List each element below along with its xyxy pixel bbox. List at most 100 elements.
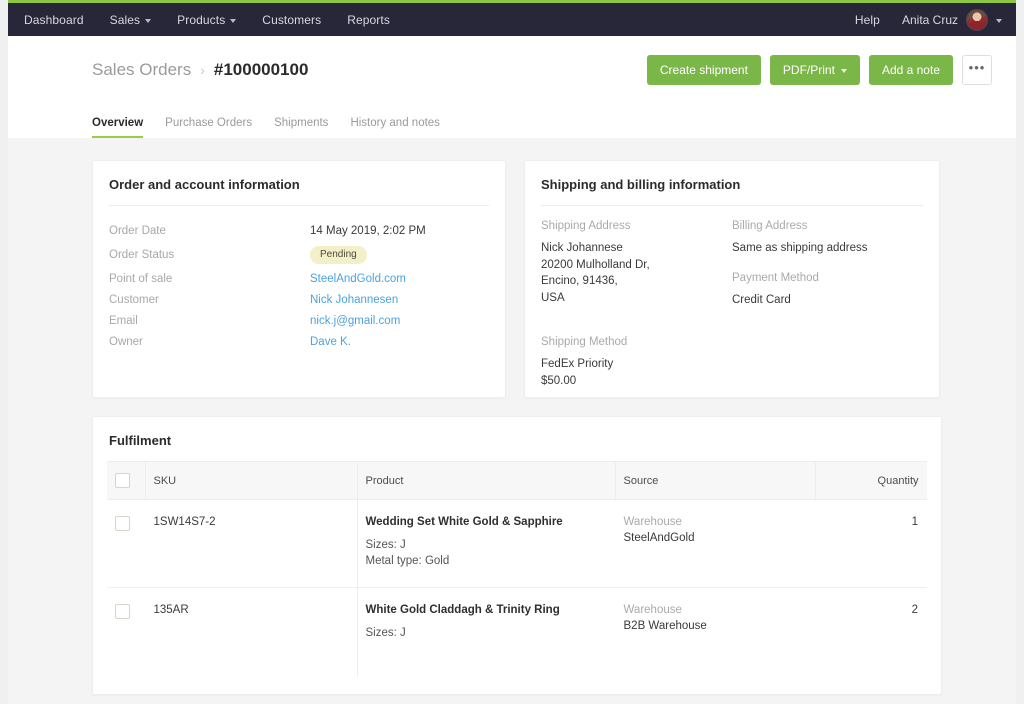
info-row-order-date: Order Date 14 May 2019, 2:02 PM [109,220,489,241]
column-header-sku[interactable]: SKU [145,461,358,500]
tab-label: History and notes [350,117,440,129]
order-info-list: Order Date 14 May 2019, 2:02 PM Order St… [93,206,505,352]
info-value: 14 May 2019, 2:02 PM [310,224,426,237]
column-header-quantity[interactable]: Quantity [815,461,927,500]
card-title: Fulfilment [109,433,172,448]
tab-label: Purchase Orders [165,117,253,129]
row-checkbox[interactable] [115,516,130,531]
nav-item-customers[interactable]: Customers [262,13,321,27]
info-key: Customer [109,293,159,306]
select-all-header [107,461,146,500]
info-row-owner: Owner Dave K. [109,331,489,352]
button-label: Add a note [881,62,940,77]
breadcrumb-separator: › [200,61,205,78]
billing-address-value: Same as shipping address [732,242,868,254]
info-panels-row: Order and account information Order Date… [92,160,940,398]
info-key: Order Date [109,224,166,237]
cell-quantity: 1 [815,499,927,588]
add-a-note-button[interactable]: Add a note [868,54,953,85]
source-label: Warehouse [623,604,682,616]
source-label: Warehouse [623,516,682,528]
nav-item-sales[interactable]: Sales [110,13,152,27]
product-option: Metal type: Gold [365,555,450,567]
button-label: Create shipment [659,62,748,77]
source-value: SteelAndGold [623,532,695,544]
chevron-down-icon [840,68,847,73]
more-options-button[interactable]: ••• [962,54,992,85]
row-checkbox[interactable] [115,604,130,619]
info-value-link[interactable]: SteelAndGold.com [310,273,406,285]
tab-history-and-notes[interactable]: History and notes [350,117,440,138]
cell-product: Wedding Set White Gold & Sapphire Sizes:… [357,499,615,588]
tab-label: Shipments [274,117,329,129]
address-columns: Shipping Address Nick Johannese 20200 Mu… [525,206,939,308]
table-row: 1SW14S7-2 Wedding Set White Gold & Sapph… [107,499,927,588]
page-gutter-left [0,0,8,704]
fulfilment-table: SKU Product Source Quantity 1SW14S7-2 We… [107,461,927,676]
top-navigation-bar: Dashboard Sales Products Customers Repor… [8,0,1016,36]
select-all-checkbox[interactable] [115,473,130,488]
shipping-address-block: Shipping Address Nick Johannese 20200 Mu… [541,220,732,308]
cell-sku: 1SW14S7-2 [145,499,358,588]
shipping-method-block: Shipping Method FedEx Priority $50.00 [525,336,939,389]
nav-item-reports[interactable]: Reports [347,13,390,27]
nav-item-dashboard[interactable]: Dashboard [24,13,84,27]
create-shipment-button[interactable]: Create shipment [646,54,761,85]
page-gutter-right [1016,0,1024,704]
tab-label: Overview [92,117,144,129]
fulfilment-table-wrapper: SKU Product Source Quantity 1SW14S7-2 We… [93,461,941,694]
tab-purchase-orders[interactable]: Purchase Orders [165,117,252,138]
product-name: Wedding Set White Gold & Sapphire [365,516,563,528]
secondary-nav: Help Anita Cruz [855,8,1002,31]
info-value-link[interactable]: Nick Johannesen [310,294,398,306]
cell-source: Warehouse B2B Warehouse [615,588,815,677]
cell-sku: 135AR [145,587,358,676]
chevron-down-icon [145,18,152,23]
info-key: Order Status [109,248,175,261]
nav-item-help[interactable]: Help [855,13,880,27]
product-option: Sizes: J [365,627,406,639]
column-header-source[interactable]: Source [615,461,816,500]
card-title: Order and account information [109,177,300,192]
avatar [966,8,988,31]
nav-label: Sales [109,12,141,27]
info-key: Point of sale [109,272,173,285]
pdf-print-button[interactable]: PDF/Print [769,54,860,85]
ellipsis-icon: ••• [968,59,986,75]
shipping-address-value: Nick Johannese 20200 Mulholland Dr, Enci… [541,242,650,304]
info-value-link[interactable]: nick.j@gmail.com [310,315,400,327]
payment-method-label: Payment Method [732,271,819,284]
tab-shipments[interactable]: Shipments [274,117,328,138]
table-header: SKU Product Source Quantity [107,461,927,500]
product-option: Sizes: J [365,539,406,551]
page-title: #100000100 [213,59,309,79]
card-title: Shipping and billing information [541,177,741,192]
shipping-method-cost: $50.00 [541,374,577,387]
tab-bar: Overview Purchase Orders Shipments Histo… [8,104,1016,138]
help-label: Help [854,12,880,27]
info-row-customer: Customer Nick Johannesen [109,289,489,310]
breadcrumb: Sales Orders › #100000100 [92,60,308,80]
shipping-address-label: Shipping Address [541,220,631,232]
user-name: Anita Cruz [901,12,958,27]
table-body: 1SW14S7-2 Wedding Set White Gold & Sapph… [107,499,927,677]
info-value-link[interactable]: Dave K. [310,336,351,348]
user-menu[interactable]: Anita Cruz [901,8,1002,31]
status-badge: Pending [310,245,367,264]
info-row-email: Email nick.j@gmail.com [109,310,489,331]
info-row-point-of-sale: Point of sale SteelAndGold.com [109,268,489,289]
row-select-cell [107,499,145,588]
info-key: Owner [109,335,143,348]
info-key: Email [109,314,138,327]
breadcrumb-parent[interactable]: Sales Orders [92,60,191,80]
nav-label: Customers [262,12,322,27]
page-header: Sales Orders › #100000100 Create shipmen… [8,36,1016,104]
shipping-and-billing-information-card: Shipping and billing information Shippin… [524,160,940,398]
app-root: Dashboard Sales Products Customers Repor… [0,0,1024,704]
tab-overview[interactable]: Overview [92,117,144,138]
nav-item-products[interactable]: Products [177,13,237,27]
button-label: PDF/Print [782,62,835,77]
chevron-down-icon [996,18,1002,23]
table-row: 135AR White Gold Claddagh & Trinity Ring… [107,587,927,677]
column-header-product[interactable]: Product [357,461,616,500]
